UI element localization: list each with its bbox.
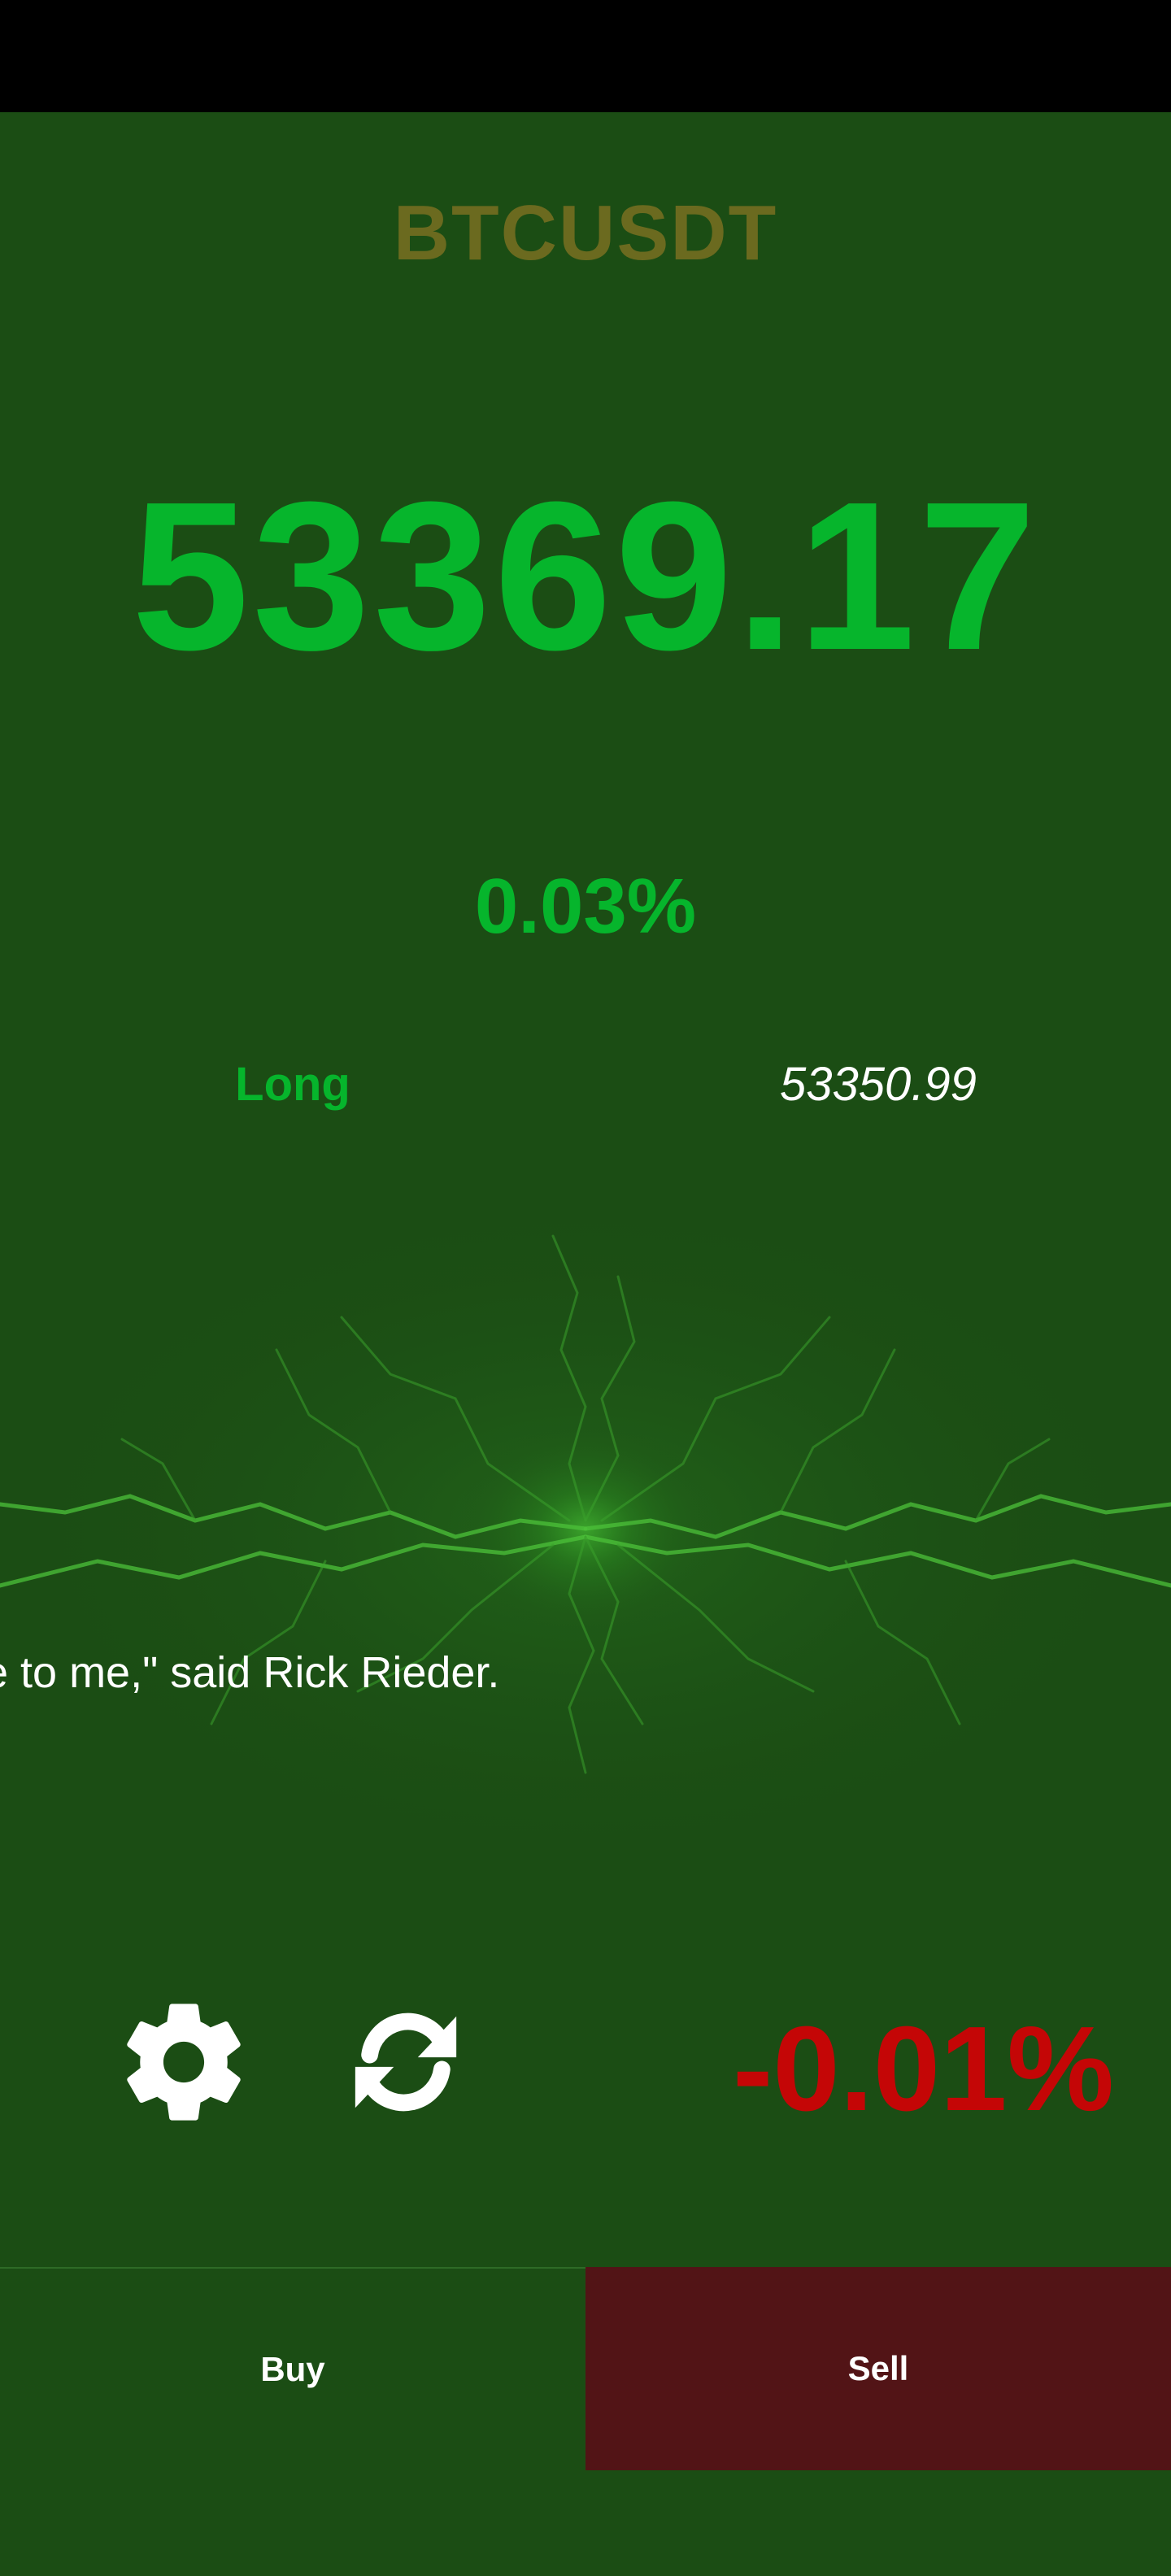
settings-button[interactable]	[114, 1992, 254, 2132]
symbol-title: BTCUSDT	[393, 189, 778, 276]
refresh-button[interactable]	[346, 2002, 466, 2122]
news-ticker: e to me," said Rick Rieder.	[0, 1647, 1171, 1698]
news-text: e to me," said Rick Rieder.	[0, 1648, 500, 1697]
gear-icon	[127, 2004, 241, 2121]
app-screen: BTCUSDT 53369.17 0.03% Long 53350.99 e t…	[0, 0, 1171, 2576]
current-price: 53369.17	[131, 459, 1040, 694]
lightning-background-image	[0, 1187, 1171, 1870]
sell-button[interactable]: Sell	[586, 2267, 1171, 2470]
status-bar	[0, 0, 1171, 112]
buy-button[interactable]: Buy	[0, 2267, 586, 2470]
position-side: Long	[235, 1058, 350, 1111]
refresh-icon	[355, 2012, 457, 2112]
entry-price: 53350.99	[780, 1058, 977, 1111]
pnl-percent: -0.01%	[733, 2002, 1114, 2136]
price-change-percent: 0.03%	[474, 863, 697, 950]
